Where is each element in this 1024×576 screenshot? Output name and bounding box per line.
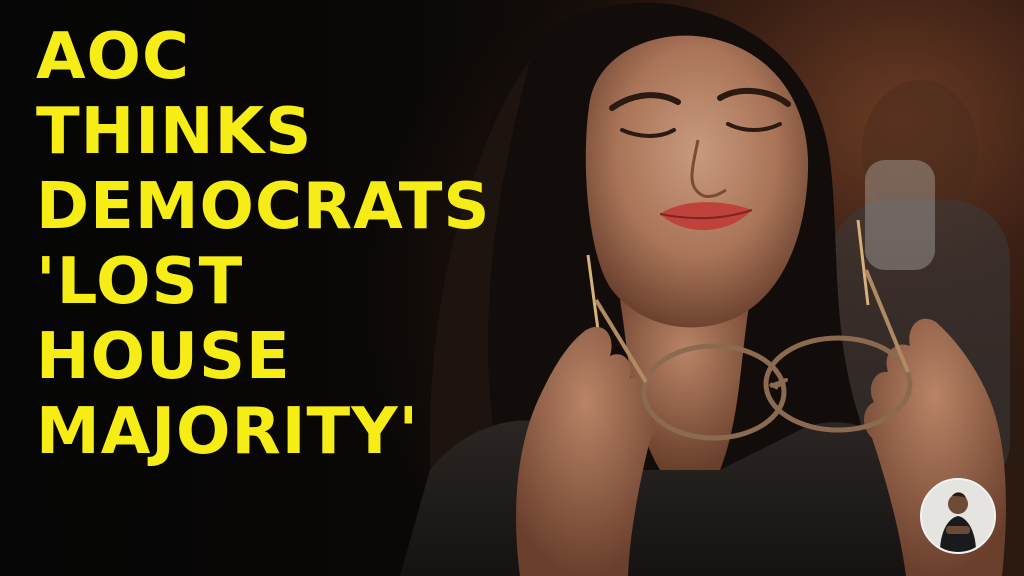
headline-line: THINKS bbox=[36, 95, 313, 169]
headline-line: AOC bbox=[36, 20, 190, 94]
headline-line: MAJORITY' bbox=[36, 395, 420, 469]
headline-line: 'LOST bbox=[36, 245, 244, 319]
headline-line: DEMOCRATS bbox=[36, 170, 491, 244]
channel-avatar-icon[interactable] bbox=[920, 478, 996, 554]
video-thumbnail[interactable]: AOC THINKS DEMOCRATS 'LOST HOUSE MAJORIT… bbox=[0, 0, 1024, 576]
headline: AOC THINKS DEMOCRATS 'LOST HOUSE MAJORIT… bbox=[36, 20, 596, 470]
headline-line: HOUSE bbox=[36, 320, 291, 394]
